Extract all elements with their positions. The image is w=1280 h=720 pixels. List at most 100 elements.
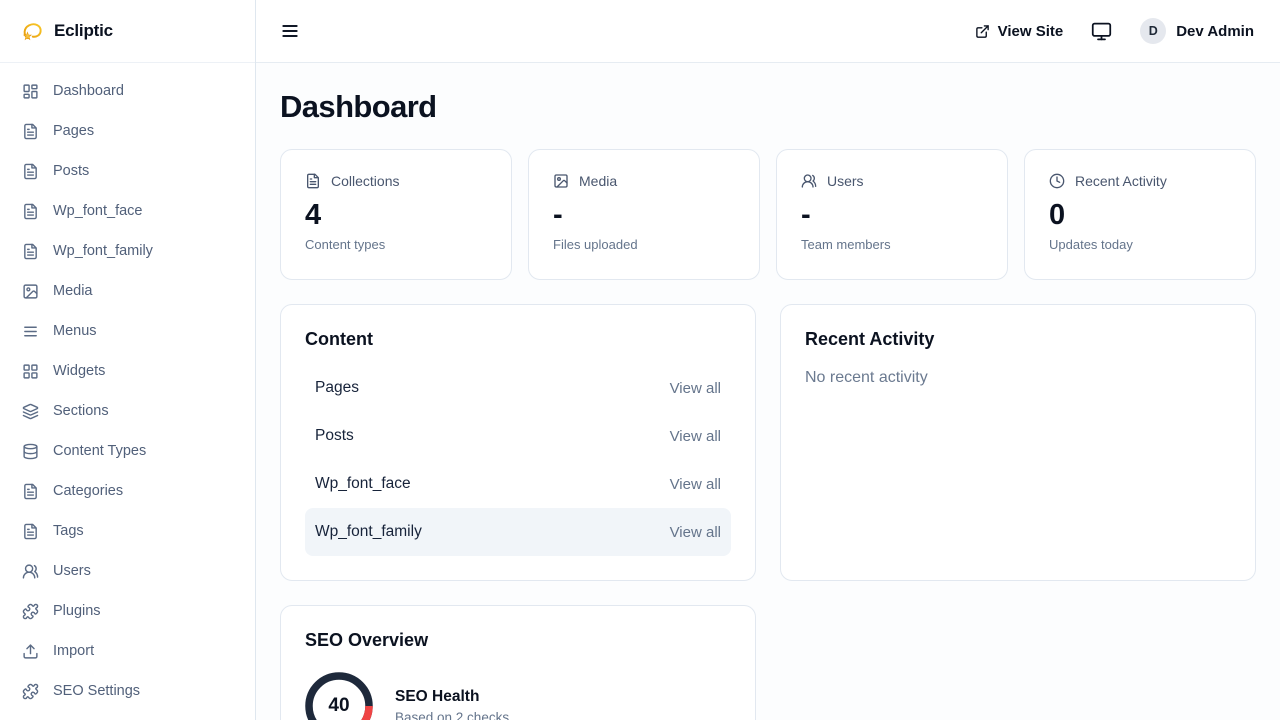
layout-grid-icon (22, 363, 39, 380)
image-icon (553, 173, 569, 189)
sidebar-item-content-types[interactable]: Content Types (0, 431, 255, 471)
sidebar-item-pages[interactable]: Pages (0, 111, 255, 151)
stat-card-header: Users (801, 173, 983, 189)
file-text-icon (22, 243, 39, 260)
stat-subtitle: Updates today (1049, 237, 1231, 252)
seo-row: SEO Overview 40 SEO Health Based on 2 ch… (280, 605, 1256, 720)
stat-card-users: Users-Team members (776, 149, 1008, 280)
content-rows: Pages View all Posts View all Wp_font_face Vi… (305, 364, 731, 556)
sidebar-item-label: Wp_font_family (53, 243, 153, 259)
seo-score-value: 40 (305, 672, 373, 720)
content-row-label: Pages (315, 379, 359, 397)
sidebar-item-label: Wp_font_face (53, 203, 142, 219)
stat-card-header: Media (553, 173, 735, 189)
file-text-icon (22, 203, 39, 220)
seo-health-summary: 40 SEO Health Based on 2 checks (305, 672, 731, 720)
sidebar-item-users[interactable]: Users (0, 551, 255, 591)
sidebar-item-seo-settings[interactable]: SEO Settings (0, 671, 255, 711)
menu-icon (22, 323, 39, 340)
empty-grid-cell (780, 605, 1256, 720)
activity-panel-title: Recent Activity (805, 329, 1231, 350)
sidebar-toggle-button[interactable] (280, 21, 300, 41)
stat-title: Media (579, 173, 617, 189)
topbar-actions: View Site D Dev Admin (975, 18, 1254, 44)
stat-value: - (553, 201, 735, 230)
content-row-posts[interactable]: Posts View all (305, 412, 731, 460)
stat-card-media: Media - Files uploaded (528, 149, 760, 280)
sidebar-item-wp-font-family[interactable]: Wp_font_family (0, 231, 255, 271)
sidebar-item-sections[interactable]: Sections (0, 391, 255, 431)
sidebar-item-import[interactable]: Import (0, 631, 255, 671)
sidebar-item-media[interactable]: Media (0, 271, 255, 311)
page-content: Dashboard Collections4Content typesMedia… (256, 63, 1280, 720)
stat-subtitle: Files uploaded (553, 237, 735, 252)
external-link-icon (975, 24, 990, 39)
content-panel: Content PagesView allPostsView allWp_fon… (280, 304, 756, 581)
seo-health-text: SEO Health Based on 2 checks (395, 688, 509, 720)
stat-title: Collections (331, 173, 399, 189)
sidebar: Ecliptic DashboardPagesPosts Wp_font_face… (0, 0, 256, 720)
sidebar-nav: DashboardPagesPosts Wp_font_face Wp_font_f… (0, 63, 255, 719)
view-site-button[interactable]: View Site (975, 23, 1064, 40)
brand: Ecliptic (0, 0, 255, 63)
main-area: View Site D Dev Admin Dashboard Collecti… (256, 0, 1280, 720)
sidebar-item-label: Categories (53, 483, 123, 499)
seo-overview-panel: SEO Overview 40 SEO Health Based on 2 ch… (280, 605, 756, 720)
avatar: D (1140, 18, 1166, 44)
image-icon (22, 283, 39, 300)
sidebar-item-posts[interactable]: Posts (0, 151, 255, 191)
sidebar-item-label: Content Types (53, 443, 146, 459)
sidebar-item-dashboard[interactable]: Dashboard (0, 71, 255, 111)
users-icon (22, 563, 39, 580)
preview-mode-button[interactable] (1091, 21, 1112, 42)
sidebar-item-label: SEO Settings (53, 683, 140, 699)
panels-row: Content PagesView allPostsView allWp_fon… (280, 304, 1256, 581)
view-all-link[interactable]: View all (670, 380, 721, 397)
clock-icon (1049, 173, 1065, 189)
layers-icon (22, 403, 39, 420)
sidebar-item-menus[interactable]: Menus (0, 311, 255, 351)
sidebar-item-plugins[interactable]: Plugins (0, 591, 255, 631)
sidebar-item-categories[interactable]: Categories (0, 471, 255, 511)
content-row-label: Posts (315, 427, 354, 445)
content-row-wp-font-family[interactable]: Wp_font_family View all (305, 508, 731, 556)
database-icon (22, 443, 39, 460)
user-menu[interactable]: D Dev Admin (1140, 18, 1254, 44)
content-row-pages[interactable]: Pages View all (305, 364, 731, 412)
sidebar-item-label: Sections (53, 403, 109, 419)
seo-score-gauge: 40 (305, 672, 373, 720)
stat-value: 0 (1049, 201, 1231, 230)
sidebar-item-label: Widgets (53, 363, 105, 379)
content-panel-title: Content (305, 329, 731, 350)
view-site-label: View Site (998, 23, 1064, 40)
view-all-link[interactable]: View all (670, 476, 721, 493)
stat-value: - (801, 201, 983, 230)
file-text-icon (22, 523, 39, 540)
sidebar-item-label: Import (53, 643, 94, 659)
stat-card-header: Collections (305, 173, 487, 189)
content-row-label: Wp_font_family (315, 523, 422, 541)
stat-title: Recent Activity (1075, 173, 1167, 189)
file-text-icon (22, 163, 39, 180)
comet-logo-icon (20, 19, 44, 43)
stats-grid: Collections4Content typesMedia-Files upl… (280, 149, 1256, 280)
view-all-link[interactable]: View all (670, 428, 721, 445)
stat-card-recent-activity: Recent Activity 0 Updates today (1024, 149, 1256, 280)
monitor-icon (1091, 21, 1112, 42)
seo-panel-title: SEO Overview (305, 630, 731, 651)
puzzle-icon (22, 683, 39, 700)
content-row-label: Wp_font_face (315, 475, 411, 493)
file-text-icon (22, 483, 39, 500)
view-all-link[interactable]: View all (670, 524, 721, 541)
sidebar-item-label: Plugins (53, 603, 101, 619)
file-text-icon (305, 173, 321, 189)
hamburger-icon (280, 21, 300, 41)
sidebar-item-label: Media (53, 283, 93, 299)
sidebar-item-wp-font-face[interactable]: Wp_font_face (0, 191, 255, 231)
content-row-wp-font-face[interactable]: Wp_font_face View all (305, 460, 731, 508)
upload-icon (22, 643, 39, 660)
sidebar-item-widgets[interactable]: Widgets (0, 351, 255, 391)
brand-name: Ecliptic (54, 21, 113, 41)
sidebar-item-label: Tags (53, 523, 84, 539)
sidebar-item-tags[interactable]: Tags (0, 511, 255, 551)
